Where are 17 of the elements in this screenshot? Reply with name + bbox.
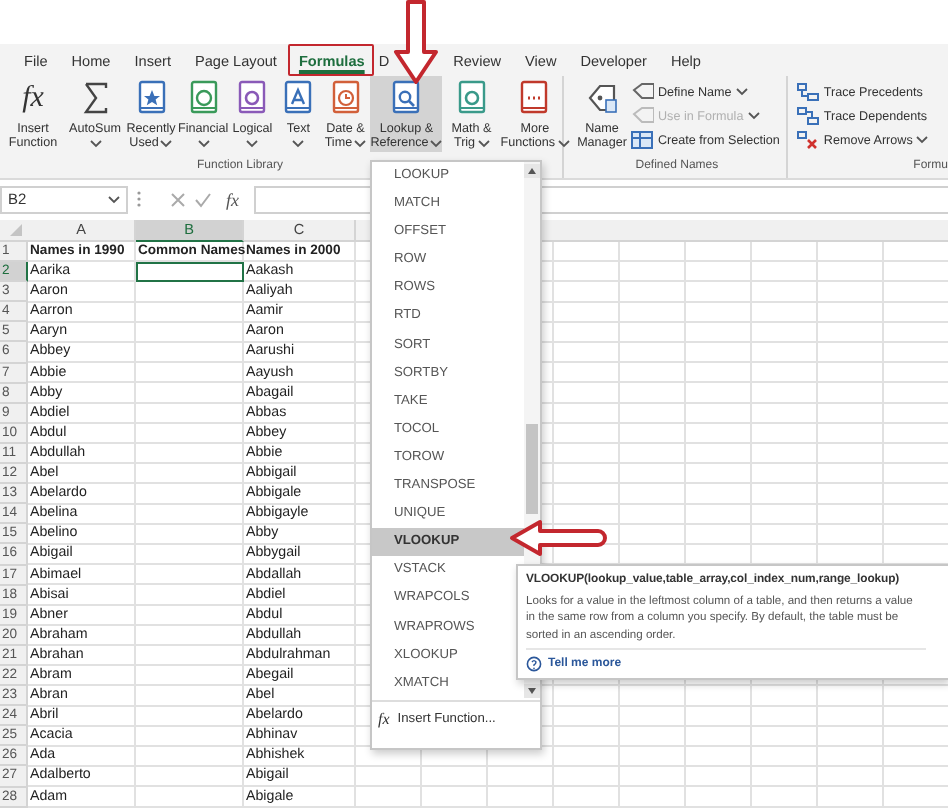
insert-function-button[interactable]: fx [220,189,245,209]
enter-icon [194,191,212,207]
function-icon: fx [378,709,390,728]
trace-icon [795,106,820,126]
function-icon: fx [22,80,44,116]
trace-icon [795,82,820,102]
tag-icon [630,82,654,102]
table-icon [630,130,654,150]
grip-icon [136,190,142,208]
remove-arrows-icon [795,130,820,150]
caret-icon [108,195,120,203]
magnifier-book-icon [388,80,425,116]
active-cell[interactable] [136,262,244,283]
scrollbar-thumb[interactable] [526,424,538,514]
help-icon [526,656,542,673]
cancel-icon [170,191,186,207]
tag-icon [630,106,654,126]
